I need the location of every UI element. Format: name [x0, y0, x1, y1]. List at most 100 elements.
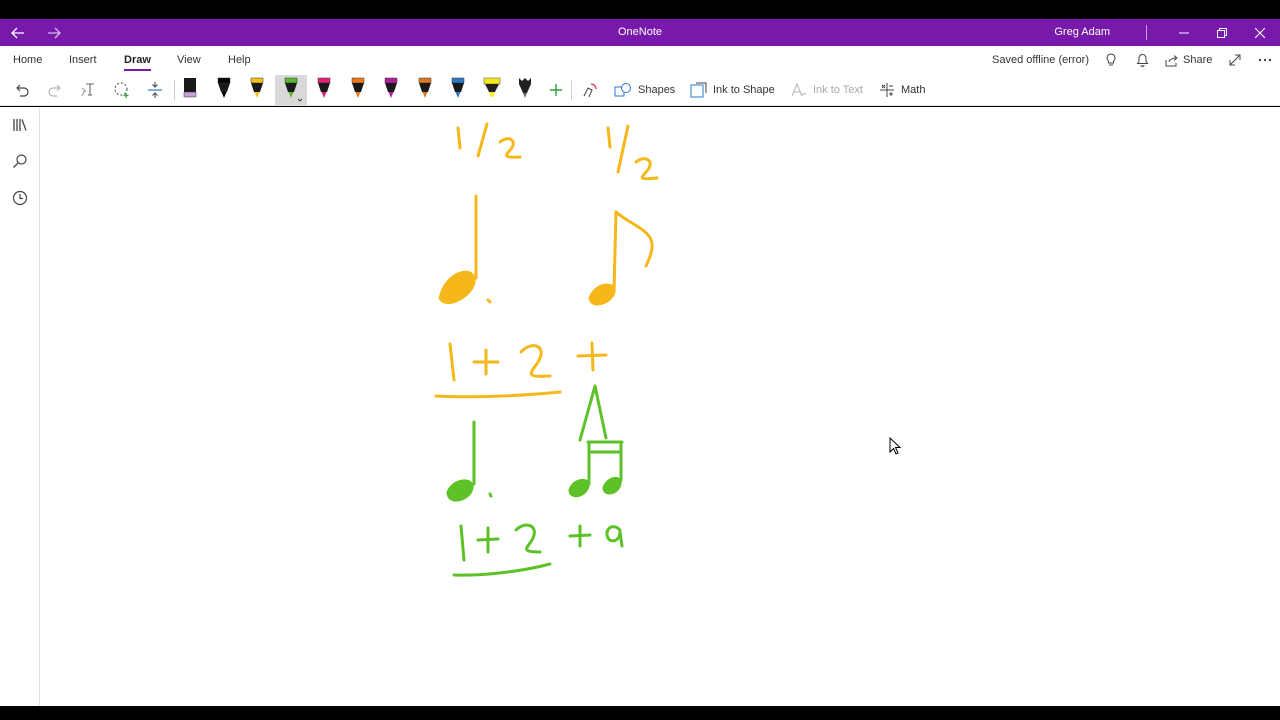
user-name[interactable]: Greg Adam — [1054, 19, 1110, 46]
recent-notes-button[interactable] — [8, 186, 32, 210]
ink-stroke — [568, 479, 590, 498]
minimize-button[interactable] — [1165, 19, 1203, 46]
active-tab-indicator — [124, 69, 151, 71]
ink-stroke — [438, 270, 476, 305]
ink-stroke — [588, 283, 616, 306]
ink-stroke — [452, 562, 552, 577]
title-bar: OneNote Greg Adam — [0, 19, 1280, 46]
notifications-button[interactable] — [1136, 46, 1149, 74]
clock-icon — [12, 190, 28, 206]
pen-icon — [217, 77, 230, 98]
ink-replay-icon — [583, 83, 597, 98]
sync-status[interactable]: Saved offline (error) — [992, 46, 1089, 74]
restore-button[interactable] — [1203, 19, 1241, 46]
toolbar-divider — [571, 80, 572, 100]
highlighter-button[interactable] — [481, 75, 503, 105]
draw-toolbar: Shapes Ink to Shape Ink to Text Math — [0, 74, 1280, 106]
undo-button[interactable] — [10, 74, 34, 106]
pen-button[interactable] — [514, 75, 536, 105]
ellipsis-icon — [1258, 58, 1272, 62]
ink-to-text-button[interactable]: Ink to Text — [790, 74, 863, 106]
type-select-button[interactable] — [77, 74, 101, 106]
expand-icon — [1229, 54, 1241, 66]
bottom-strip — [0, 706, 1280, 720]
shapes-button[interactable]: Shapes — [614, 74, 675, 106]
tab-insert[interactable]: Insert — [69, 46, 97, 74]
pen-icon — [284, 77, 302, 102]
add-space-icon — [148, 82, 162, 98]
pen-button[interactable] — [347, 75, 369, 105]
ink-to-shape-button[interactable]: Ink to Shape — [690, 74, 775, 106]
pen-icon — [351, 77, 364, 98]
ink-stroke — [614, 210, 654, 268]
search-button[interactable] — [8, 149, 32, 173]
ink-to-shape-icon — [690, 82, 707, 98]
redo-button[interactable] — [43, 74, 67, 106]
math-label: Math — [901, 84, 926, 96]
tab-home[interactable]: Home — [13, 46, 42, 74]
tell-me-button[interactable] — [1105, 46, 1117, 74]
pen-icon — [451, 77, 465, 98]
redo-icon — [48, 84, 61, 97]
ink-stroke — [590, 341, 595, 372]
share-label: Share — [1183, 54, 1213, 66]
ink-drawing — [434, 122, 902, 577]
ink-stroke — [488, 492, 493, 498]
math-icon — [880, 83, 894, 97]
lasso-select-button[interactable] — [110, 74, 134, 106]
mouse-cursor-icon — [889, 436, 902, 455]
pen-button[interactable] — [213, 75, 235, 105]
ink-stroke — [486, 298, 492, 304]
plus-icon — [550, 84, 562, 96]
pen-button[interactable] — [313, 75, 335, 105]
pen-button[interactable] — [274, 75, 307, 105]
pen-icon — [384, 77, 398, 98]
ink-stroke — [612, 210, 618, 294]
pen-icon — [183, 78, 197, 98]
ink-stroke — [634, 157, 659, 181]
search-icon — [13, 154, 27, 168]
ink-stroke — [606, 126, 612, 149]
ink-stroke — [459, 524, 466, 562]
galaxy-icon — [519, 78, 531, 98]
ink-to-text-icon — [791, 82, 807, 97]
pen-icon — [317, 77, 331, 98]
pen-button[interactable] — [179, 75, 201, 105]
share-button[interactable]: Share — [1165, 46, 1212, 74]
ink-stroke — [514, 523, 542, 554]
pen-icon — [418, 77, 431, 98]
note-canvas[interactable] — [40, 107, 1280, 706]
pen-button[interactable] — [447, 75, 469, 105]
lightbulb-icon — [1106, 53, 1116, 66]
restore-icon — [1217, 27, 1227, 38]
ink-stroke — [605, 525, 624, 548]
pen-button[interactable] — [380, 75, 402, 105]
pen-button[interactable] — [246, 75, 268, 105]
notebooks-button[interactable] — [8, 113, 32, 137]
ink-stroke — [519, 344, 552, 378]
fullscreen-button[interactable] — [1229, 46, 1241, 74]
add-space-button[interactable] — [143, 74, 167, 106]
library-icon — [13, 119, 27, 131]
onenote-window: OneNote Greg Adam Home Insert Draw View … — [0, 0, 1280, 720]
tab-view[interactable]: View — [177, 46, 201, 74]
toolbar-divider — [174, 80, 175, 100]
more-options-button[interactable] — [1258, 46, 1272, 74]
navigation-sidebar — [0, 107, 40, 706]
ink-stroke — [578, 384, 608, 442]
pen-button[interactable] — [414, 75, 436, 105]
ink-replay-button[interactable] — [578, 74, 602, 106]
ink-stroke — [602, 477, 622, 495]
add-pen-button[interactable] — [545, 74, 567, 106]
title-separator — [1146, 25, 1147, 40]
math-button[interactable]: Math — [879, 74, 925, 106]
tab-help[interactable]: Help — [228, 46, 251, 74]
pen-icon — [250, 77, 264, 98]
ink-stroke — [476, 122, 489, 158]
ink-stroke — [456, 126, 462, 150]
highlighter-icon — [483, 77, 500, 97]
lasso-icon — [114, 82, 129, 98]
ink-stroke — [448, 342, 456, 382]
share-icon — [1165, 54, 1178, 66]
close-button[interactable] — [1241, 19, 1279, 46]
